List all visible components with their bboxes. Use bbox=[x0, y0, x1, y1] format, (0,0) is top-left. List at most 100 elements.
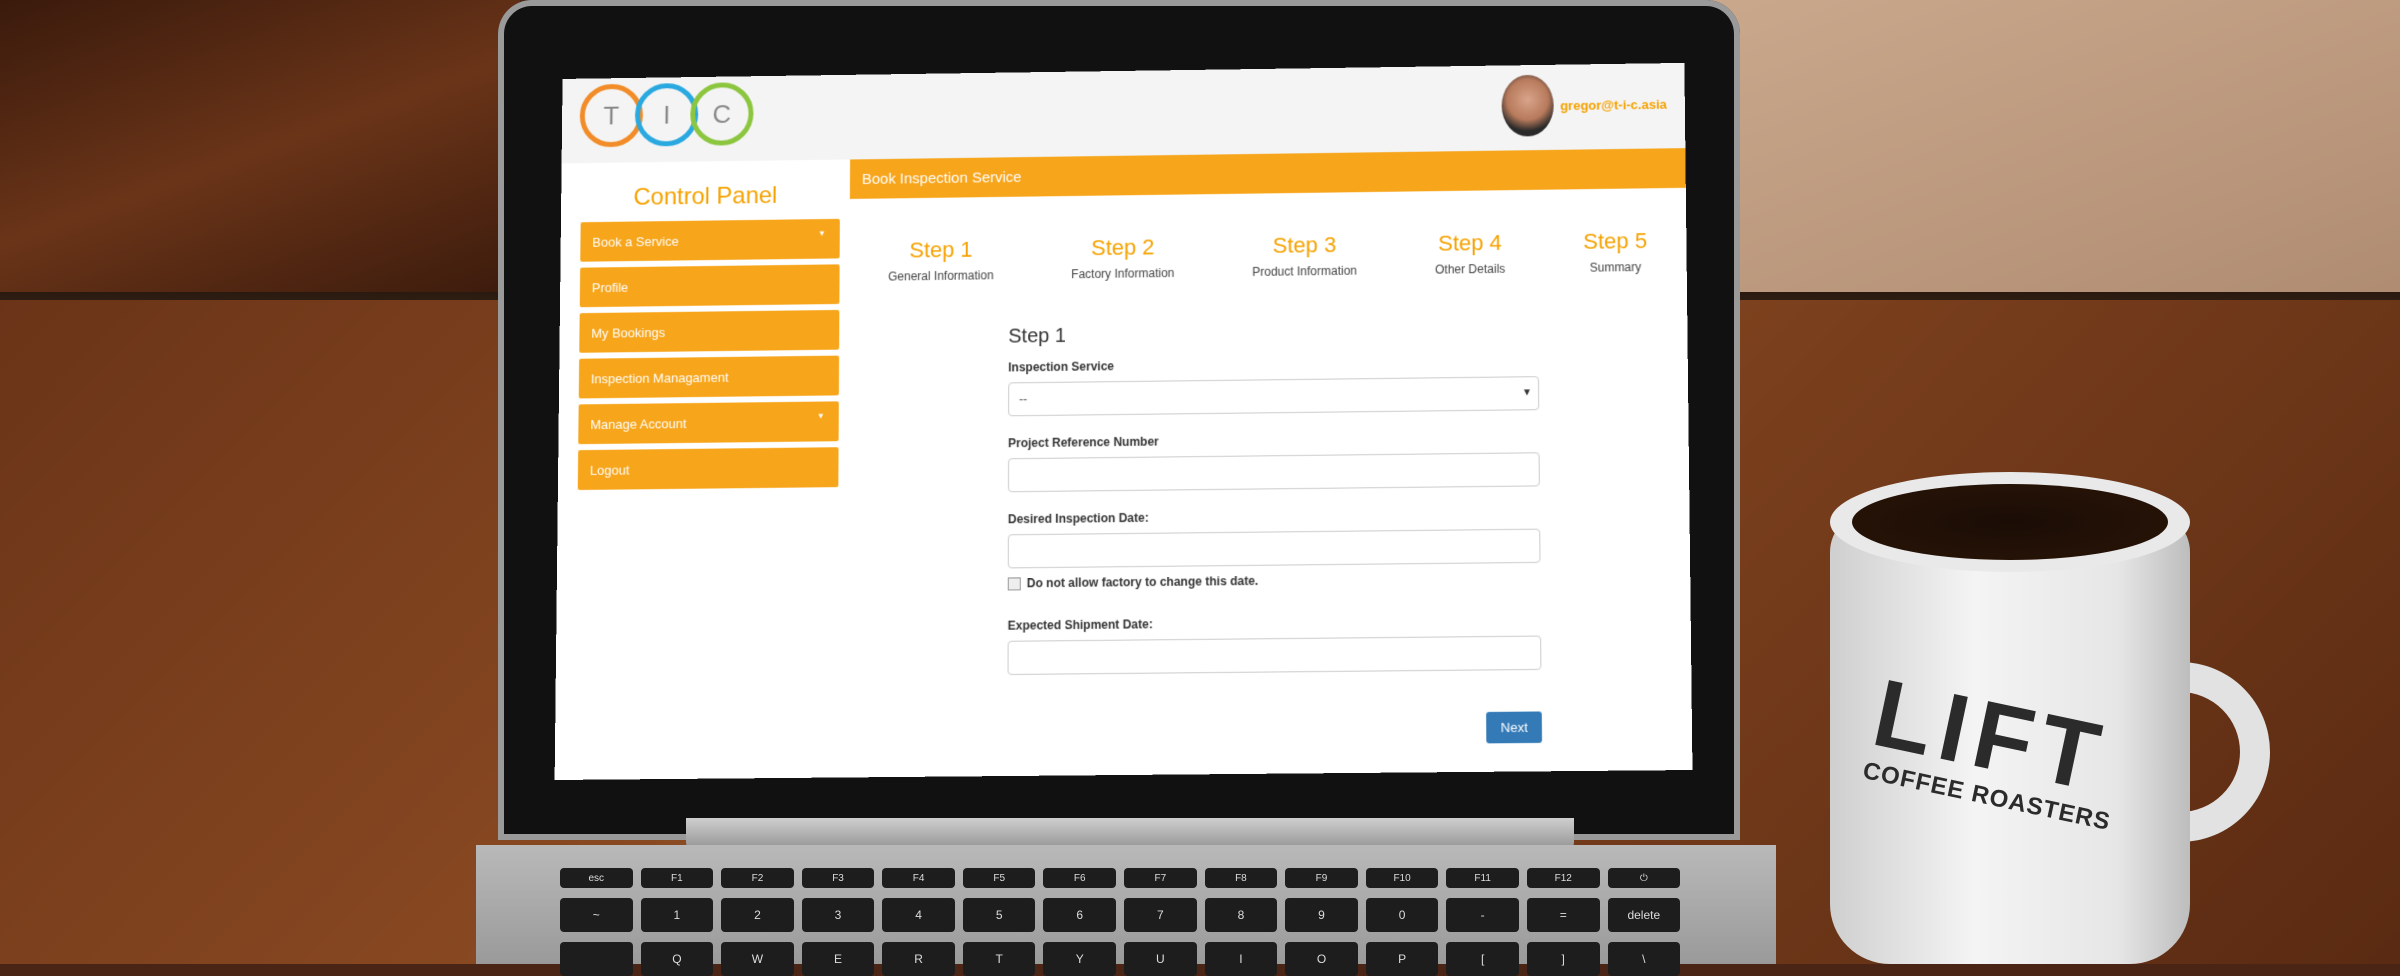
no-change-checkbox-row[interactable]: Do not allow factory to change this date… bbox=[1007, 571, 1541, 591]
booking-form: Step 1 Inspection Service -- ▼ Project R… bbox=[1007, 319, 1543, 744]
key[interactable]: I bbox=[1204, 942, 1278, 976]
key[interactable]: 3 bbox=[801, 898, 875, 932]
delete-key[interactable]: delete bbox=[1607, 898, 1681, 932]
key[interactable]: [ bbox=[1446, 942, 1519, 976]
caret-down-icon: ▼ bbox=[818, 228, 826, 238]
step-number: Step 1 bbox=[909, 236, 973, 263]
sidebar-item-label: Profile bbox=[591, 279, 629, 295]
main-panel: Book Inspection Service Step 1 General I… bbox=[846, 148, 1693, 779]
key[interactable]: 2 bbox=[721, 898, 794, 932]
key[interactable]: F1 bbox=[640, 868, 714, 888]
key[interactable]: F9 bbox=[1285, 868, 1358, 888]
control-panel-title: Control Panel bbox=[633, 182, 778, 211]
step-4[interactable]: Step 4 Other Details bbox=[1435, 230, 1505, 277]
power-icon[interactable]: ⏻ bbox=[1607, 868, 1681, 888]
step-2[interactable]: Step 2 Factory Information bbox=[1071, 234, 1174, 282]
project-reference-input[interactable] bbox=[1007, 452, 1540, 493]
coffee bbox=[1852, 484, 2168, 560]
function-key-row: esc F1 F2 F3 F4 F5 F6 F7 F8 F9 F10 F11 F… bbox=[560, 868, 1681, 888]
key[interactable]: 1 bbox=[640, 898, 714, 932]
inspection-service-select[interactable]: -- ▼ bbox=[1008, 376, 1540, 417]
desired-date-label: Desired Inspection Date: bbox=[1007, 510, 1149, 527]
step-label: Summary bbox=[1589, 260, 1642, 275]
tic-logo[interactable]: T I C bbox=[579, 82, 754, 148]
keyboard: esc F1 F2 F3 F4 F5 F6 F7 F8 F9 F10 F11 F… bbox=[560, 868, 1681, 976]
sidebar: Control Panel Book a Service ▼ Profile M… bbox=[554, 159, 852, 781]
key[interactable]: 7 bbox=[1124, 898, 1197, 932]
number-key-row: ~ 1 2 3 4 5 6 7 8 9 0 - = delete bbox=[560, 898, 1681, 932]
key[interactable]: F5 bbox=[962, 868, 1036, 888]
step-3[interactable]: Step 3 Product Information bbox=[1252, 232, 1357, 279]
sidebar-item-inspection-management[interactable]: Inspection Managament bbox=[578, 355, 840, 399]
shipment-date-label: Expected Shipment Date: bbox=[1007, 617, 1153, 633]
key[interactable]: Q bbox=[640, 942, 714, 976]
desired-date-input[interactable] bbox=[1007, 528, 1541, 569]
key[interactable]: F11 bbox=[1446, 868, 1519, 888]
key[interactable]: F6 bbox=[1043, 868, 1117, 888]
tab-key[interactable] bbox=[560, 942, 633, 976]
avatar[interactable] bbox=[1501, 74, 1555, 137]
sidebar-item-label: Inspection Managament bbox=[590, 369, 729, 386]
sidebar-item-profile[interactable]: Profile bbox=[579, 264, 840, 308]
key[interactable]: W bbox=[721, 942, 794, 976]
key[interactable]: \ bbox=[1607, 942, 1681, 976]
no-change-checkbox-label: Do not allow factory to change this date… bbox=[1026, 573, 1259, 591]
key[interactable]: 4 bbox=[882, 898, 955, 932]
step-indicator: Step 1 General Information Step 2 Factor… bbox=[849, 228, 1686, 284]
key[interactable]: F3 bbox=[801, 868, 875, 888]
sidebar-item-manage-account[interactable]: Manage Account ▼ bbox=[578, 401, 839, 445]
sidebar-item-label: Manage Account bbox=[590, 415, 687, 432]
logo-ring-t: T bbox=[579, 83, 644, 148]
key[interactable]: 8 bbox=[1204, 898, 1278, 932]
step-label: General Information bbox=[888, 268, 994, 284]
select-value: -- bbox=[1019, 392, 1028, 407]
key[interactable]: F2 bbox=[721, 868, 794, 888]
key[interactable]: F8 bbox=[1204, 868, 1278, 888]
form-title: Step 1 bbox=[1008, 324, 1066, 348]
key[interactable]: = bbox=[1526, 898, 1600, 932]
key[interactable]: P bbox=[1365, 942, 1439, 976]
no-change-checkbox[interactable] bbox=[1007, 576, 1021, 590]
logo-ring-i: I bbox=[634, 82, 699, 147]
next-button[interactable]: Next bbox=[1486, 711, 1543, 744]
key[interactable]: esc bbox=[560, 868, 633, 888]
sidebar-item-label: Book a Service bbox=[592, 233, 679, 250]
laptop-screen: T I C gregor@t-i-c.asia Control Panel Bo… bbox=[554, 62, 1693, 781]
key[interactable]: Y bbox=[1043, 942, 1117, 976]
step-label: Product Information bbox=[1252, 263, 1357, 279]
step-1[interactable]: Step 1 General Information bbox=[888, 237, 994, 284]
caret-down-icon: ▼ bbox=[816, 411, 825, 421]
coffee-mug: LIFT COFFEE ROASTERS bbox=[1830, 472, 2270, 964]
logo-ring-c: C bbox=[690, 82, 754, 146]
key[interactable]: U bbox=[1124, 942, 1197, 976]
key[interactable]: F4 bbox=[882, 868, 955, 888]
sidebar-item-logout[interactable]: Logout bbox=[577, 447, 839, 491]
shipment-date-input[interactable] bbox=[1007, 635, 1542, 676]
key[interactable]: E bbox=[801, 942, 875, 976]
key[interactable]: R bbox=[882, 942, 955, 976]
sidebar-item-book-a-service[interactable]: Book a Service ▼ bbox=[580, 218, 840, 262]
key[interactable]: T bbox=[962, 942, 1036, 976]
floor-background bbox=[0, 0, 520, 300]
key[interactable]: 0 bbox=[1365, 898, 1439, 932]
key[interactable]: 9 bbox=[1285, 898, 1358, 932]
step-number: Step 3 bbox=[1272, 232, 1337, 258]
key[interactable]: 5 bbox=[962, 898, 1036, 932]
key[interactable]: ~ bbox=[560, 898, 633, 932]
chevron-down-icon: ▼ bbox=[1522, 387, 1533, 399]
step-label: Other Details bbox=[1434, 261, 1506, 277]
user-menu[interactable]: gregor@t-i-c.asia bbox=[1501, 73, 1667, 137]
key[interactable]: F7 bbox=[1124, 868, 1197, 888]
key[interactable]: ] bbox=[1526, 942, 1600, 976]
key[interactable]: 6 bbox=[1043, 898, 1117, 932]
key[interactable]: F10 bbox=[1365, 868, 1439, 888]
step-number: Step 4 bbox=[1437, 229, 1502, 256]
step-5[interactable]: Step 5 Summary bbox=[1583, 228, 1647, 275]
key[interactable]: O bbox=[1285, 942, 1358, 976]
top-bar: T I C gregor@t-i-c.asia bbox=[561, 62, 1686, 165]
key[interactable]: - bbox=[1446, 898, 1519, 932]
user-email[interactable]: gregor@t-i-c.asia bbox=[1560, 96, 1667, 112]
key[interactable]: F12 bbox=[1526, 868, 1600, 888]
step-number: Step 5 bbox=[1583, 228, 1648, 254]
sidebar-item-my-bookings[interactable]: My Bookings bbox=[579, 309, 840, 353]
